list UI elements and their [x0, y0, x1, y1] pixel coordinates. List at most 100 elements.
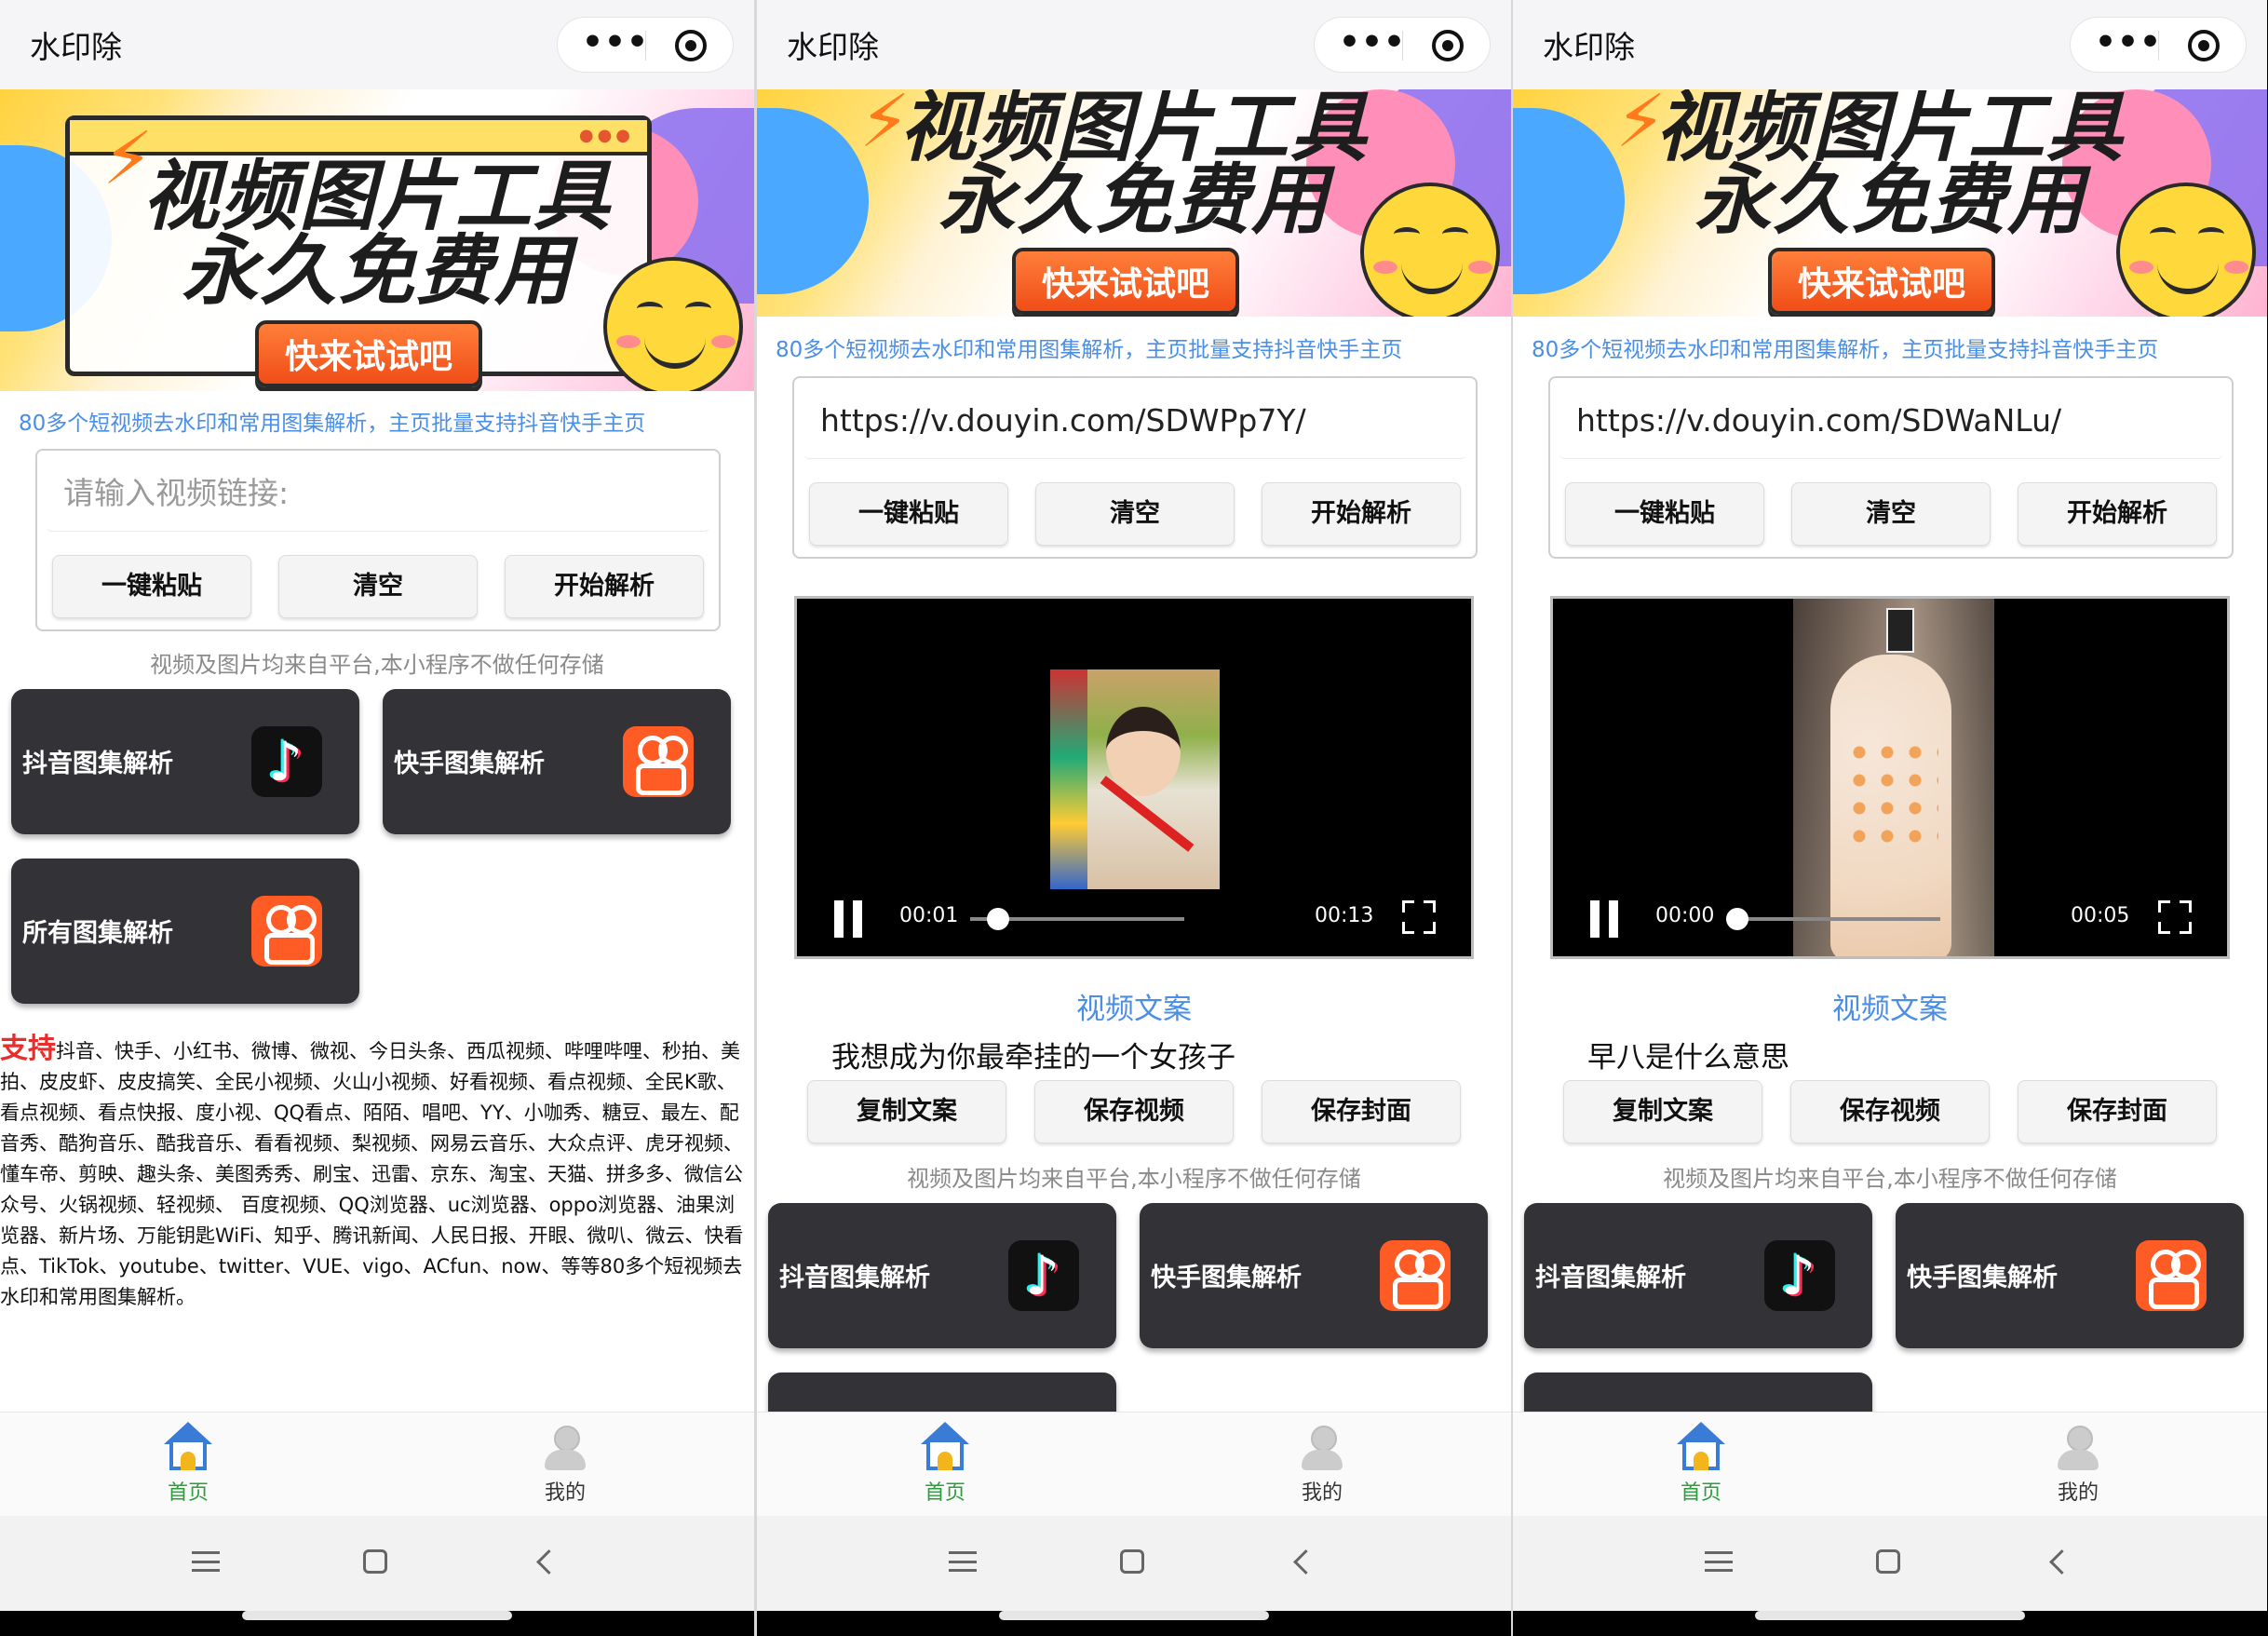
paste-button[interactable]: 一键粘贴: [1565, 482, 1764, 546]
banner-cta[interactable]: 快来试试吧: [1012, 248, 1240, 315]
home-square-icon[interactable]: [1876, 1549, 1900, 1574]
tab-me-label: 我的: [2057, 1481, 2099, 1505]
progress-track[interactable]: [1726, 917, 1940, 921]
more-icon[interactable]: •••: [2095, 23, 2162, 61]
tiktok-icon: ♪: [1008, 1240, 1079, 1311]
video-duration: 00:13: [1315, 904, 1374, 927]
smiley-icon: [603, 257, 743, 391]
close-target-icon[interactable]: [2188, 30, 2220, 61]
kuaishou-gallery-tile[interactable]: 快手图集解析: [1896, 1203, 2244, 1348]
home-indicator[interactable]: [999, 1611, 1269, 1620]
promo-banner[interactable]: ●●● ⚡ 视频图片工具 永久免费用 快来试试吧: [0, 89, 754, 391]
home-indicator[interactable]: [1755, 1611, 2025, 1620]
user-icon: [1296, 1422, 1348, 1472]
parse-button[interactable]: 开始解析: [1262, 482, 1461, 546]
link-input-panel: https://v.douyin.com/SDWPp7Y/ 一键粘贴 清空 开始…: [792, 376, 1478, 559]
phone-screen-result-1: 水印除 ••• ⚡ 视频图片工具 永久免费用 快来试试吧 80多个短视频去水印和…: [757, 0, 1511, 1636]
tile-label: 抖音图集解析: [779, 1264, 930, 1292]
menu-icon[interactable]: [1705, 1551, 1733, 1572]
save-cover-button[interactable]: 保存封面: [2018, 1080, 2217, 1143]
android-nav-bar: [1513, 1516, 2267, 1611]
app-title: 水印除: [30, 29, 122, 65]
miniprogram-capsule: •••: [2070, 17, 2247, 73]
disclaimer-note: 视频及图片均来自平台,本小程序不做任何存储: [150, 652, 604, 678]
video-player[interactable]: 00:00 00:05: [1550, 596, 2230, 959]
fullscreen-icon[interactable]: [2158, 900, 2192, 934]
tab-home[interactable]: 首页: [1645, 1422, 1757, 1506]
pause-icon[interactable]: [832, 900, 864, 938]
progress-knob[interactable]: [986, 908, 1009, 930]
tab-home-label: 首页: [1680, 1481, 1721, 1505]
save-video-button[interactable]: 保存视频: [1034, 1080, 1234, 1143]
fullscreen-icon[interactable]: [1402, 900, 1436, 934]
video-caption-title: 视频文案: [1076, 993, 1192, 1026]
home-indicator[interactable]: [242, 1611, 512, 1620]
promo-banner[interactable]: ⚡ 视频图片工具 永久免费用 快来试试吧: [1513, 89, 2267, 317]
menu-icon[interactable]: [192, 1551, 220, 1572]
tab-home[interactable]: 首页: [889, 1422, 1001, 1506]
back-icon[interactable]: [2049, 1549, 2074, 1575]
gesture-bar: [1513, 1611, 2267, 1636]
more-icon[interactable]: •••: [582, 23, 649, 61]
more-icon[interactable]: •••: [1339, 23, 1406, 61]
window-dots-icon: ●●●: [578, 126, 634, 145]
banner-cta[interactable]: 快来试试吧: [1768, 248, 1996, 315]
phone-screen-home: 水印除 ••• ●●● ⚡ 视频图片工具 永久免费用 快来试试吧 80多个短视频…: [0, 0, 754, 1636]
promo-banner[interactable]: ⚡ 视频图片工具 永久免费用 快来试试吧: [757, 89, 1511, 317]
video-link-input[interactable]: 请输入视频链接:: [47, 456, 709, 532]
clear-button[interactable]: 清空: [1791, 482, 1991, 546]
tab-me-label: 我的: [1301, 1481, 1343, 1505]
miniprogram-capsule: •••: [557, 17, 734, 73]
result-actions: 复制文案 保存视频 保存封面: [1563, 1080, 2217, 1143]
copy-caption-button[interactable]: 复制文案: [1563, 1080, 1762, 1143]
clear-button[interactable]: 清空: [1035, 482, 1235, 546]
pause-icon[interactable]: [1588, 900, 1620, 938]
smiley-icon: [2116, 183, 2256, 317]
capsule-divider: [645, 31, 646, 61]
paste-button[interactable]: 一键粘贴: [52, 555, 251, 618]
back-icon[interactable]: [1293, 1549, 1318, 1575]
paste-button[interactable]: 一键粘贴: [809, 482, 1008, 546]
title-bar: 水印除 •••: [757, 0, 1511, 89]
douyin-gallery-tile[interactable]: 抖音图集解析 ♪: [1524, 1203, 1872, 1348]
kuaishou-gallery-tile[interactable]: 快手图集解析: [383, 689, 731, 834]
video-current-time: 00:01: [899, 904, 959, 927]
parse-button[interactable]: 开始解析: [2018, 482, 2217, 546]
phone-screen-result-2: 水印除 ••• ⚡ 视频图片工具 永久免费用 快来试试吧 80多个短视频去水印和…: [1513, 0, 2267, 1636]
banner-cta[interactable]: 快来试试吧: [255, 320, 483, 387]
tiktok-icon: ♪: [1764, 1240, 1835, 1311]
link-input-panel: 请输入视频链接: 一键粘贴 清空 开始解析: [35, 449, 721, 631]
capsule-divider: [1402, 31, 1403, 61]
kuaishou-icon: [251, 896, 322, 967]
video-player[interactable]: 00:01 00:13: [794, 596, 1474, 959]
home-square-icon[interactable]: [1120, 1549, 1144, 1574]
tab-me[interactable]: 我的: [1266, 1422, 1378, 1506]
user-icon: [539, 1422, 591, 1472]
save-cover-button[interactable]: 保存封面: [1262, 1080, 1461, 1143]
menu-icon[interactable]: [949, 1551, 977, 1572]
input-actions: 一键粘贴 清空 开始解析: [809, 482, 1461, 546]
back-icon[interactable]: [536, 1549, 561, 1575]
home-square-icon[interactable]: [363, 1549, 387, 1574]
tab-home[interactable]: 首页: [132, 1422, 244, 1506]
tile-label: 快手图集解析: [1151, 1264, 1302, 1292]
tab-me[interactable]: 我的: [2022, 1422, 2134, 1506]
close-target-icon[interactable]: [1432, 30, 1464, 61]
tab-bar: 首页 我的: [1513, 1412, 2267, 1517]
user-icon: [2052, 1422, 2104, 1472]
video-frame: [1050, 669, 1220, 889]
save-video-button[interactable]: 保存视频: [1790, 1080, 1990, 1143]
progress-knob[interactable]: [1726, 908, 1748, 930]
video-link-input[interactable]: https://v.douyin.com/SDWaNLu/: [1559, 384, 2222, 459]
copy-caption-button[interactable]: 复制文案: [807, 1080, 1006, 1143]
kuaishou-gallery-tile[interactable]: 快手图集解析: [1140, 1203, 1488, 1348]
douyin-gallery-tile[interactable]: 抖音图集解析 ♪: [768, 1203, 1116, 1348]
tab-me[interactable]: 我的: [509, 1422, 621, 1506]
all-gallery-tile[interactable]: 所有图集解析: [11, 859, 359, 1004]
clear-button[interactable]: 清空: [278, 555, 478, 618]
parse-button[interactable]: 开始解析: [505, 555, 704, 618]
video-link-input[interactable]: https://v.douyin.com/SDWPp7Y/: [803, 384, 1466, 459]
douyin-gallery-tile[interactable]: 抖音图集解析 ♪: [11, 689, 359, 834]
input-actions: 一键粘贴 清空 开始解析: [52, 555, 704, 618]
close-target-icon[interactable]: [675, 30, 707, 61]
